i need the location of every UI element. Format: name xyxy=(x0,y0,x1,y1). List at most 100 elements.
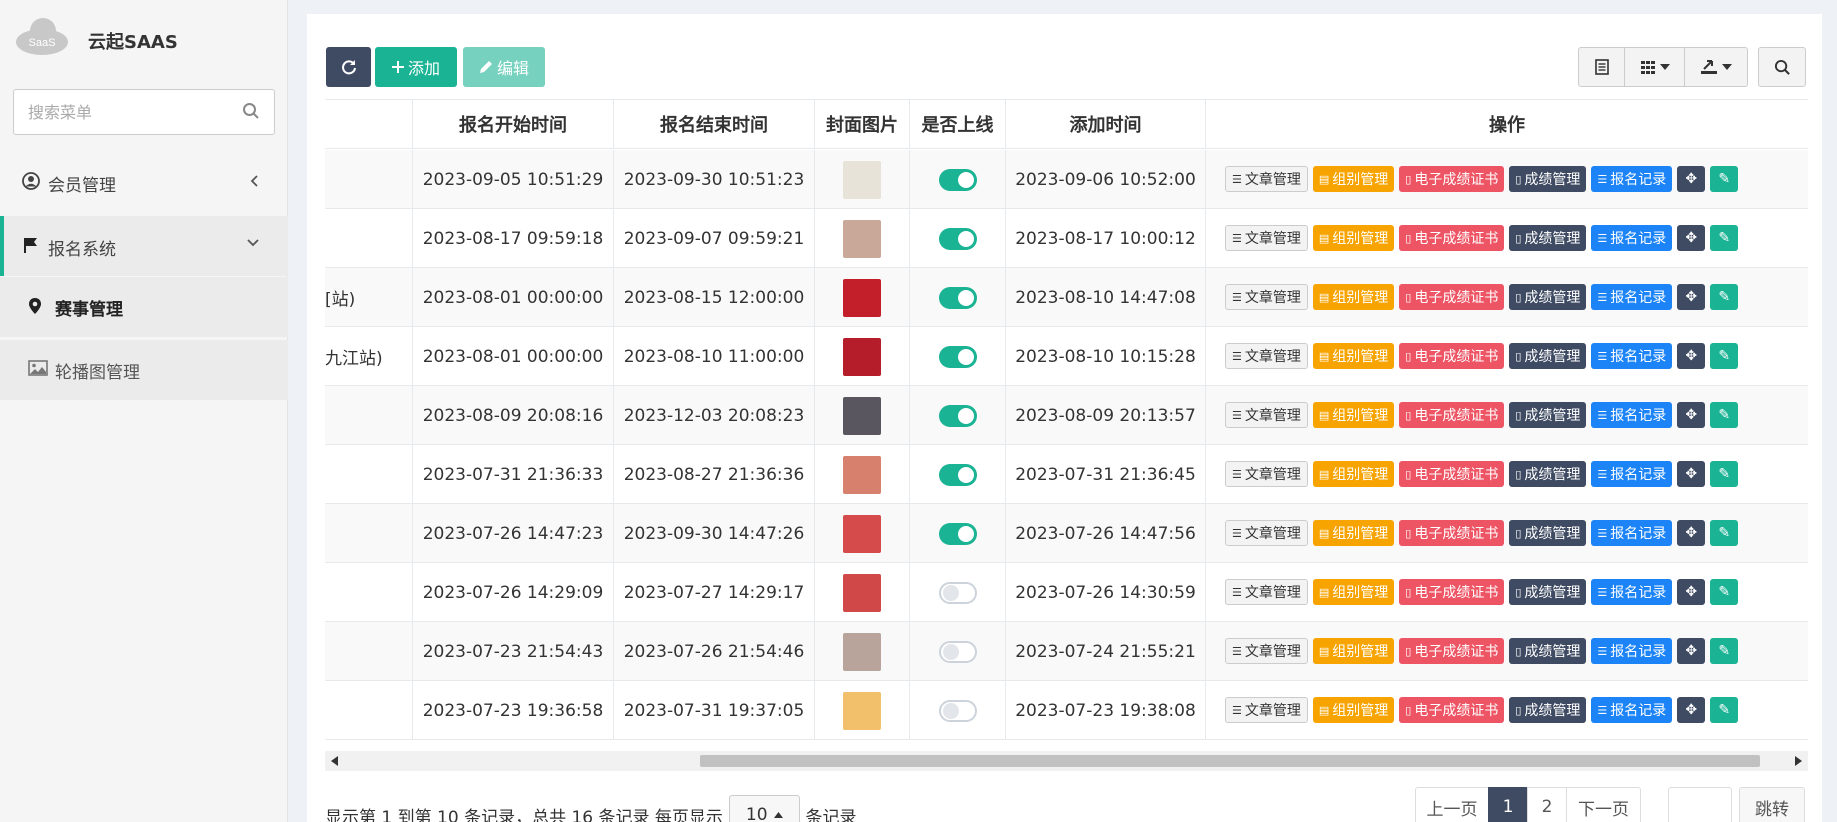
move-button[interactable]: ✥ xyxy=(1677,461,1706,487)
move-button[interactable]: ✥ xyxy=(1677,638,1706,664)
certificate-manage-button[interactable]: ▯ 电子成绩证书 xyxy=(1399,697,1505,723)
edit-row-button[interactable]: ✎ xyxy=(1710,284,1739,310)
menu-search-input[interactable] xyxy=(14,90,234,134)
registration-manage-button[interactable]: ☰ 报名记录 xyxy=(1591,284,1673,310)
move-button[interactable]: ✥ xyxy=(1677,343,1706,369)
move-button[interactable]: ✥ xyxy=(1677,579,1706,605)
online-toggle[interactable] xyxy=(938,168,977,191)
certificate-manage-button[interactable]: ▯ 电子成绩证书 xyxy=(1399,520,1505,546)
online-toggle[interactable] xyxy=(938,581,977,604)
edit-row-button[interactable]: ✎ xyxy=(1710,520,1739,546)
certificate-manage-button[interactable]: ▯ 电子成绩证书 xyxy=(1399,284,1505,310)
jump-page-input[interactable] xyxy=(1668,787,1732,822)
registration-manage-button[interactable]: ☰ 报名记录 xyxy=(1591,697,1673,723)
score-manage-button[interactable]: ▯ 成绩管理 xyxy=(1509,579,1587,605)
group-manage-button[interactable]: ▤ 组别管理 xyxy=(1312,697,1395,723)
move-button[interactable]: ✥ xyxy=(1677,225,1706,251)
toggle-view-button[interactable] xyxy=(1578,47,1625,87)
edit-row-button[interactable]: ✎ xyxy=(1710,225,1739,251)
horizontal-scrollbar[interactable] xyxy=(325,751,1808,771)
group-manage-button[interactable]: ▤ 组别管理 xyxy=(1312,638,1395,664)
search-icon[interactable] xyxy=(242,102,260,120)
move-button[interactable]: ✥ xyxy=(1677,166,1706,192)
page-button-1[interactable]: 1 xyxy=(1488,787,1528,822)
article-manage-button[interactable]: ☰ 文章管理 xyxy=(1225,284,1308,310)
score-manage-button[interactable]: ▯ 成绩管理 xyxy=(1509,343,1587,369)
score-manage-button[interactable]: ▯ 成绩管理 xyxy=(1509,225,1587,251)
certificate-manage-button[interactable]: ▯ 电子成绩证书 xyxy=(1399,225,1505,251)
registration-manage-button[interactable]: ☰ 报名记录 xyxy=(1591,402,1673,428)
registration-manage-button[interactable]: ☰ 报名记录 xyxy=(1591,225,1673,251)
prev-page-button[interactable]: 上一页 xyxy=(1415,787,1489,822)
table-search-button[interactable] xyxy=(1758,47,1806,87)
registration-manage-button[interactable]: ☰ 报名记录 xyxy=(1591,343,1673,369)
next-page-button[interactable]: 下一页 xyxy=(1566,787,1641,822)
score-manage-button[interactable]: ▯ 成绩管理 xyxy=(1509,402,1587,428)
online-toggle[interactable] xyxy=(938,640,977,663)
header-cell-end-time[interactable]: 报名结束时间 xyxy=(614,99,815,149)
edit-row-button[interactable]: ✎ xyxy=(1710,402,1739,428)
page-size-select[interactable]: 10 xyxy=(728,795,800,822)
cover-thumbnail[interactable] xyxy=(843,573,881,612)
edit-row-button[interactable]: ✎ xyxy=(1710,697,1739,723)
scroll-left-arrow-icon[interactable] xyxy=(331,756,339,766)
article-manage-button[interactable]: ☰ 文章管理 xyxy=(1225,402,1308,428)
registration-manage-button[interactable]: ☰ 报名记录 xyxy=(1591,579,1673,605)
sidebar-item-events[interactable]: 赛事管理 xyxy=(0,277,288,337)
cover-thumbnail[interactable] xyxy=(843,691,881,730)
article-manage-button[interactable]: ☰ 文章管理 xyxy=(1225,697,1308,723)
move-button[interactable]: ✥ xyxy=(1677,697,1706,723)
online-toggle[interactable] xyxy=(938,227,977,250)
group-manage-button[interactable]: ▤ 组别管理 xyxy=(1312,166,1395,192)
certificate-manage-button[interactable]: ▯ 电子成绩证书 xyxy=(1399,579,1505,605)
sidebar-item-registration[interactable]: 报名系统 xyxy=(0,216,288,276)
columns-button[interactable] xyxy=(1624,47,1685,87)
cover-thumbnail[interactable] xyxy=(843,632,881,671)
score-manage-button[interactable]: ▯ 成绩管理 xyxy=(1509,284,1587,310)
certificate-manage-button[interactable]: ▯ 电子成绩证书 xyxy=(1399,166,1505,192)
registration-manage-button[interactable]: ☰ 报名记录 xyxy=(1591,461,1673,487)
score-manage-button[interactable]: ▯ 成绩管理 xyxy=(1509,461,1587,487)
group-manage-button[interactable]: ▤ 组别管理 xyxy=(1312,520,1395,546)
registration-manage-button[interactable]: ☰ 报名记录 xyxy=(1591,166,1673,192)
header-cell-start-time[interactable]: 报名开始时间 xyxy=(413,99,614,149)
group-manage-button[interactable]: ▤ 组别管理 xyxy=(1312,343,1395,369)
move-button[interactable]: ✥ xyxy=(1677,520,1706,546)
cover-thumbnail[interactable] xyxy=(843,337,881,376)
sidebar-item-members[interactable]: 会员管理 xyxy=(0,152,288,212)
sidebar-item-carousel[interactable]: 轮播图管理 xyxy=(0,340,288,400)
edit-row-button[interactable]: ✎ xyxy=(1710,166,1739,192)
header-cell-added-time[interactable]: 添加时间 xyxy=(1006,99,1206,149)
article-manage-button[interactable]: ☰ 文章管理 xyxy=(1225,638,1308,664)
article-manage-button[interactable]: ☰ 文章管理 xyxy=(1225,343,1308,369)
score-manage-button[interactable]: ▯ 成绩管理 xyxy=(1509,166,1587,192)
cover-thumbnail[interactable] xyxy=(843,160,881,199)
online-toggle[interactable] xyxy=(938,286,977,309)
edit-row-button[interactable]: ✎ xyxy=(1710,461,1739,487)
move-button[interactable]: ✥ xyxy=(1677,402,1706,428)
registration-manage-button[interactable]: ☰ 报名记录 xyxy=(1591,520,1673,546)
certificate-manage-button[interactable]: ▯ 电子成绩证书 xyxy=(1399,638,1505,664)
article-manage-button[interactable]: ☰ 文章管理 xyxy=(1225,225,1308,251)
score-manage-button[interactable]: ▯ 成绩管理 xyxy=(1509,697,1587,723)
group-manage-button[interactable]: ▤ 组别管理 xyxy=(1312,461,1395,487)
cover-thumbnail[interactable] xyxy=(843,514,881,553)
cover-thumbnail[interactable] xyxy=(843,455,881,494)
article-manage-button[interactable]: ☰ 文章管理 xyxy=(1225,461,1308,487)
scroll-right-arrow-icon[interactable] xyxy=(1794,756,1802,766)
scrollbar-thumb[interactable] xyxy=(700,755,1760,767)
edit-row-button[interactable]: ✎ xyxy=(1710,343,1739,369)
cover-thumbnail[interactable] xyxy=(843,396,881,435)
article-manage-button[interactable]: ☰ 文章管理 xyxy=(1225,520,1308,546)
group-manage-button[interactable]: ▤ 组别管理 xyxy=(1312,579,1395,605)
group-manage-button[interactable]: ▤ 组别管理 xyxy=(1312,284,1395,310)
certificate-manage-button[interactable]: ▯ 电子成绩证书 xyxy=(1399,461,1505,487)
edit-button[interactable]: 编辑 xyxy=(463,47,545,87)
score-manage-button[interactable]: ▯ 成绩管理 xyxy=(1509,520,1587,546)
registration-manage-button[interactable]: ☰ 报名记录 xyxy=(1591,638,1673,664)
article-manage-button[interactable]: ☰ 文章管理 xyxy=(1225,166,1308,192)
online-toggle[interactable] xyxy=(938,404,977,427)
certificate-manage-button[interactable]: ▯ 电子成绩证书 xyxy=(1399,343,1505,369)
online-toggle[interactable] xyxy=(938,463,977,486)
move-button[interactable]: ✥ xyxy=(1677,284,1706,310)
